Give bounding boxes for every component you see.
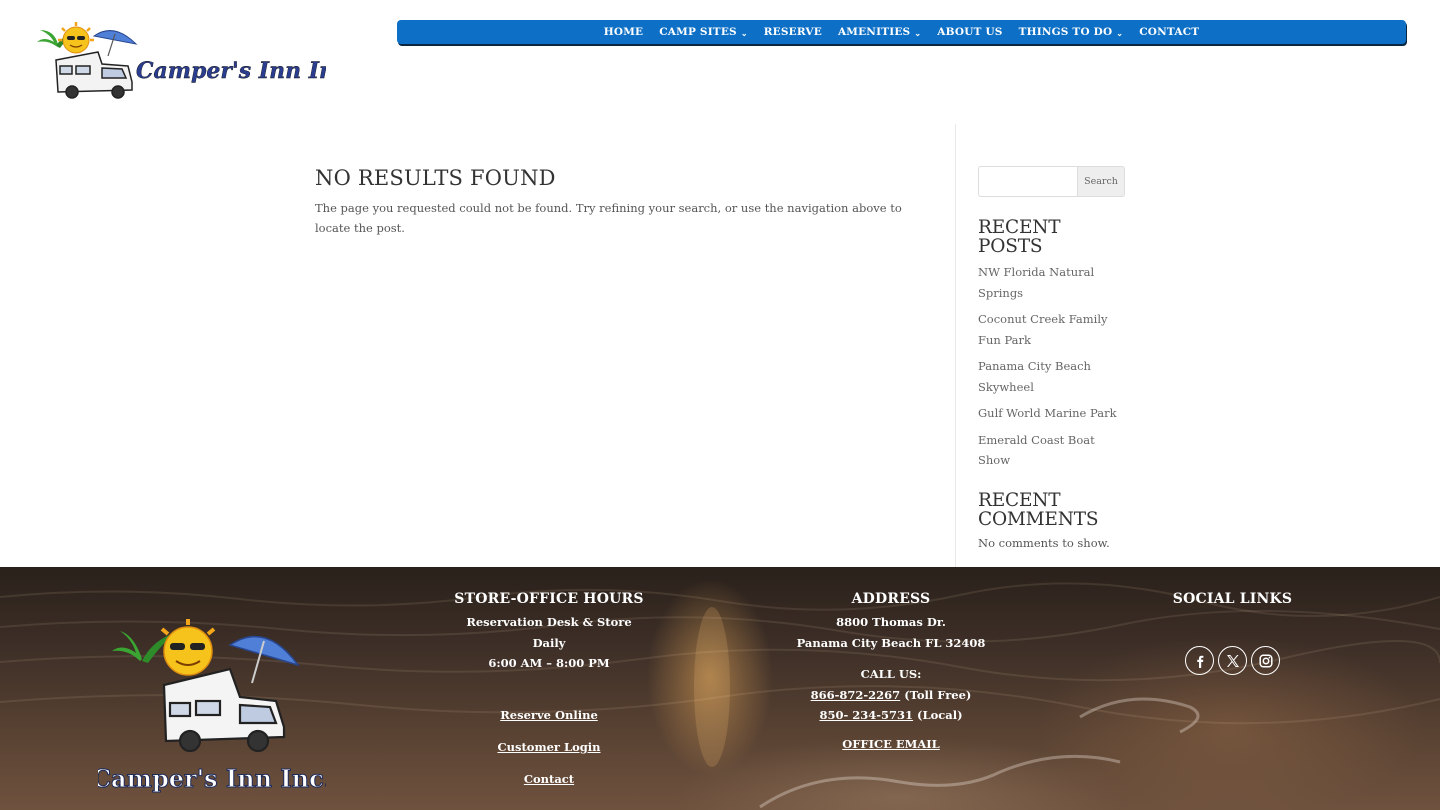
nav-contact[interactable]: CONTACT <box>1131 26 1207 38</box>
nav-label: THINGS TO DO <box>1018 26 1113 38</box>
nav-label: ABOUT US <box>937 26 1003 38</box>
phone-note: (Toll Free) <box>900 687 972 702</box>
logo-text: Camper's Inn Inc. <box>136 58 326 84</box>
facebook-icon[interactable] <box>1185 646 1214 675</box>
recent-post-link[interactable]: Emerald Coast Boat Show <box>978 430 1128 471</box>
no-comments-text: No comments to show. <box>978 535 1110 550</box>
instagram-icon[interactable] <box>1251 646 1280 675</box>
nav-label: HOME <box>603 26 644 38</box>
chevron-down-icon: ⌄ <box>1116 27 1124 38</box>
nav-amenities[interactable]: AMENITIES ⌄ <box>830 26 929 38</box>
footer-social-column: SOCIAL LINKS <box>1160 591 1305 675</box>
social-title: SOCIAL LINKS <box>1172 591 1293 607</box>
phone-local-link[interactable]: 850- 234-5731 <box>819 708 913 722</box>
recent-post-link[interactable]: Coconut Creek Family Fun Park <box>978 309 1128 350</box>
search-button[interactable]: Search <box>1077 166 1125 197</box>
nav-label: CAMP SITES <box>659 26 737 38</box>
recent-post-link[interactable]: Panama City Beach Skywheel <box>978 356 1128 397</box>
footer-hours-column: STORE-OFFICE HOURS Reservation Desk & St… <box>449 591 649 786</box>
nav-things-to-do[interactable]: THINGS TO DO ⌄ <box>1011 26 1132 38</box>
nav-label: AMENITIES <box>837 26 911 38</box>
phone-note: (Local) <box>913 708 963 722</box>
phone-toll-free-link[interactable]: 866-872-2267 <box>811 688 901 702</box>
nav-about-us[interactable]: ABOUT US <box>929 26 1010 38</box>
recent-posts-list: NW Florida Natural Springs Coconut Creek… <box>978 262 1128 471</box>
nav-label: RESERVE <box>763 26 822 38</box>
contact-link[interactable]: Contact <box>449 772 649 786</box>
call-us-label: CALL US: <box>860 667 922 681</box>
site-footer: Camper's Inn Inc. STORE-OFFICE HOURS Res… <box>0 567 1440 810</box>
not-found-message: The page you requested could not be foun… <box>315 201 902 235</box>
main-content: NO RESULTS FOUND The page you requested … <box>315 166 915 238</box>
nav-home[interactable]: HOME <box>596 26 652 38</box>
x-icon[interactable] <box>1218 646 1247 675</box>
recent-post-link[interactable]: NW Florida Natural Springs <box>978 262 1128 303</box>
customer-login-link[interactable]: Customer Login <box>449 740 649 754</box>
footer-logo[interactable]: Camper's Inn Inc. <box>98 619 326 799</box>
sidebar-divider <box>955 124 956 567</box>
social-icons <box>1160 646 1305 675</box>
search-input[interactable] <box>978 166 1077 197</box>
recent-post-link[interactable]: Gulf World Marine Park <box>978 403 1128 424</box>
main-navigation: HOME CAMP SITES ⌄ RESERVE AMENITIES ⌄ ABOU… <box>397 20 1406 44</box>
site-logo[interactable]: Camper's Inn Inc. <box>36 22 326 100</box>
footer-address-column: ADDRESS 8800 Thomas Dr. Panama City Beac… <box>780 591 1002 751</box>
nav-camp-sites[interactable]: CAMP SITES ⌄ <box>651 26 755 38</box>
address-street: 8800 Thomas Dr. <box>836 615 946 629</box>
page-title: NO RESULTS FOUND <box>315 166 556 190</box>
hours-title: STORE-OFFICE HOURS <box>454 591 644 607</box>
phone-toll-free: 866-872-2267 (Toll Free) <box>780 685 1002 706</box>
nav-label: CONTACT <box>1139 26 1200 38</box>
hours-line: 6:00 AM – 8:00 PM <box>488 656 610 670</box>
recent-comments-title: RECENT COMMENTS <box>978 489 1099 530</box>
reserve-online-link[interactable]: Reserve Online <box>449 708 649 722</box>
footer-logo-text: Camper's Inn Inc. <box>98 764 326 793</box>
sidebar: Search RECENT POSTS NW Florida Natural S… <box>978 166 1128 550</box>
search-form: Search <box>978 166 1128 197</box>
recent-posts-title: RECENT POSTS <box>978 217 1061 257</box>
address-title: ADDRESS <box>851 591 931 607</box>
office-email-link[interactable]: OFFICE EMAIL <box>780 737 1002 751</box>
chevron-down-icon: ⌄ <box>740 27 748 38</box>
nav-reserve[interactable]: RESERVE <box>756 26 830 38</box>
hours-line: Daily <box>532 635 566 650</box>
hours-line: Reservation Desk & Store <box>466 615 632 629</box>
address-city: Panama City Beach FL 32408 <box>796 635 986 650</box>
phone-local: 850- 234-5731 (Local) <box>780 705 1002 726</box>
chevron-down-icon: ⌄ <box>914 27 922 38</box>
